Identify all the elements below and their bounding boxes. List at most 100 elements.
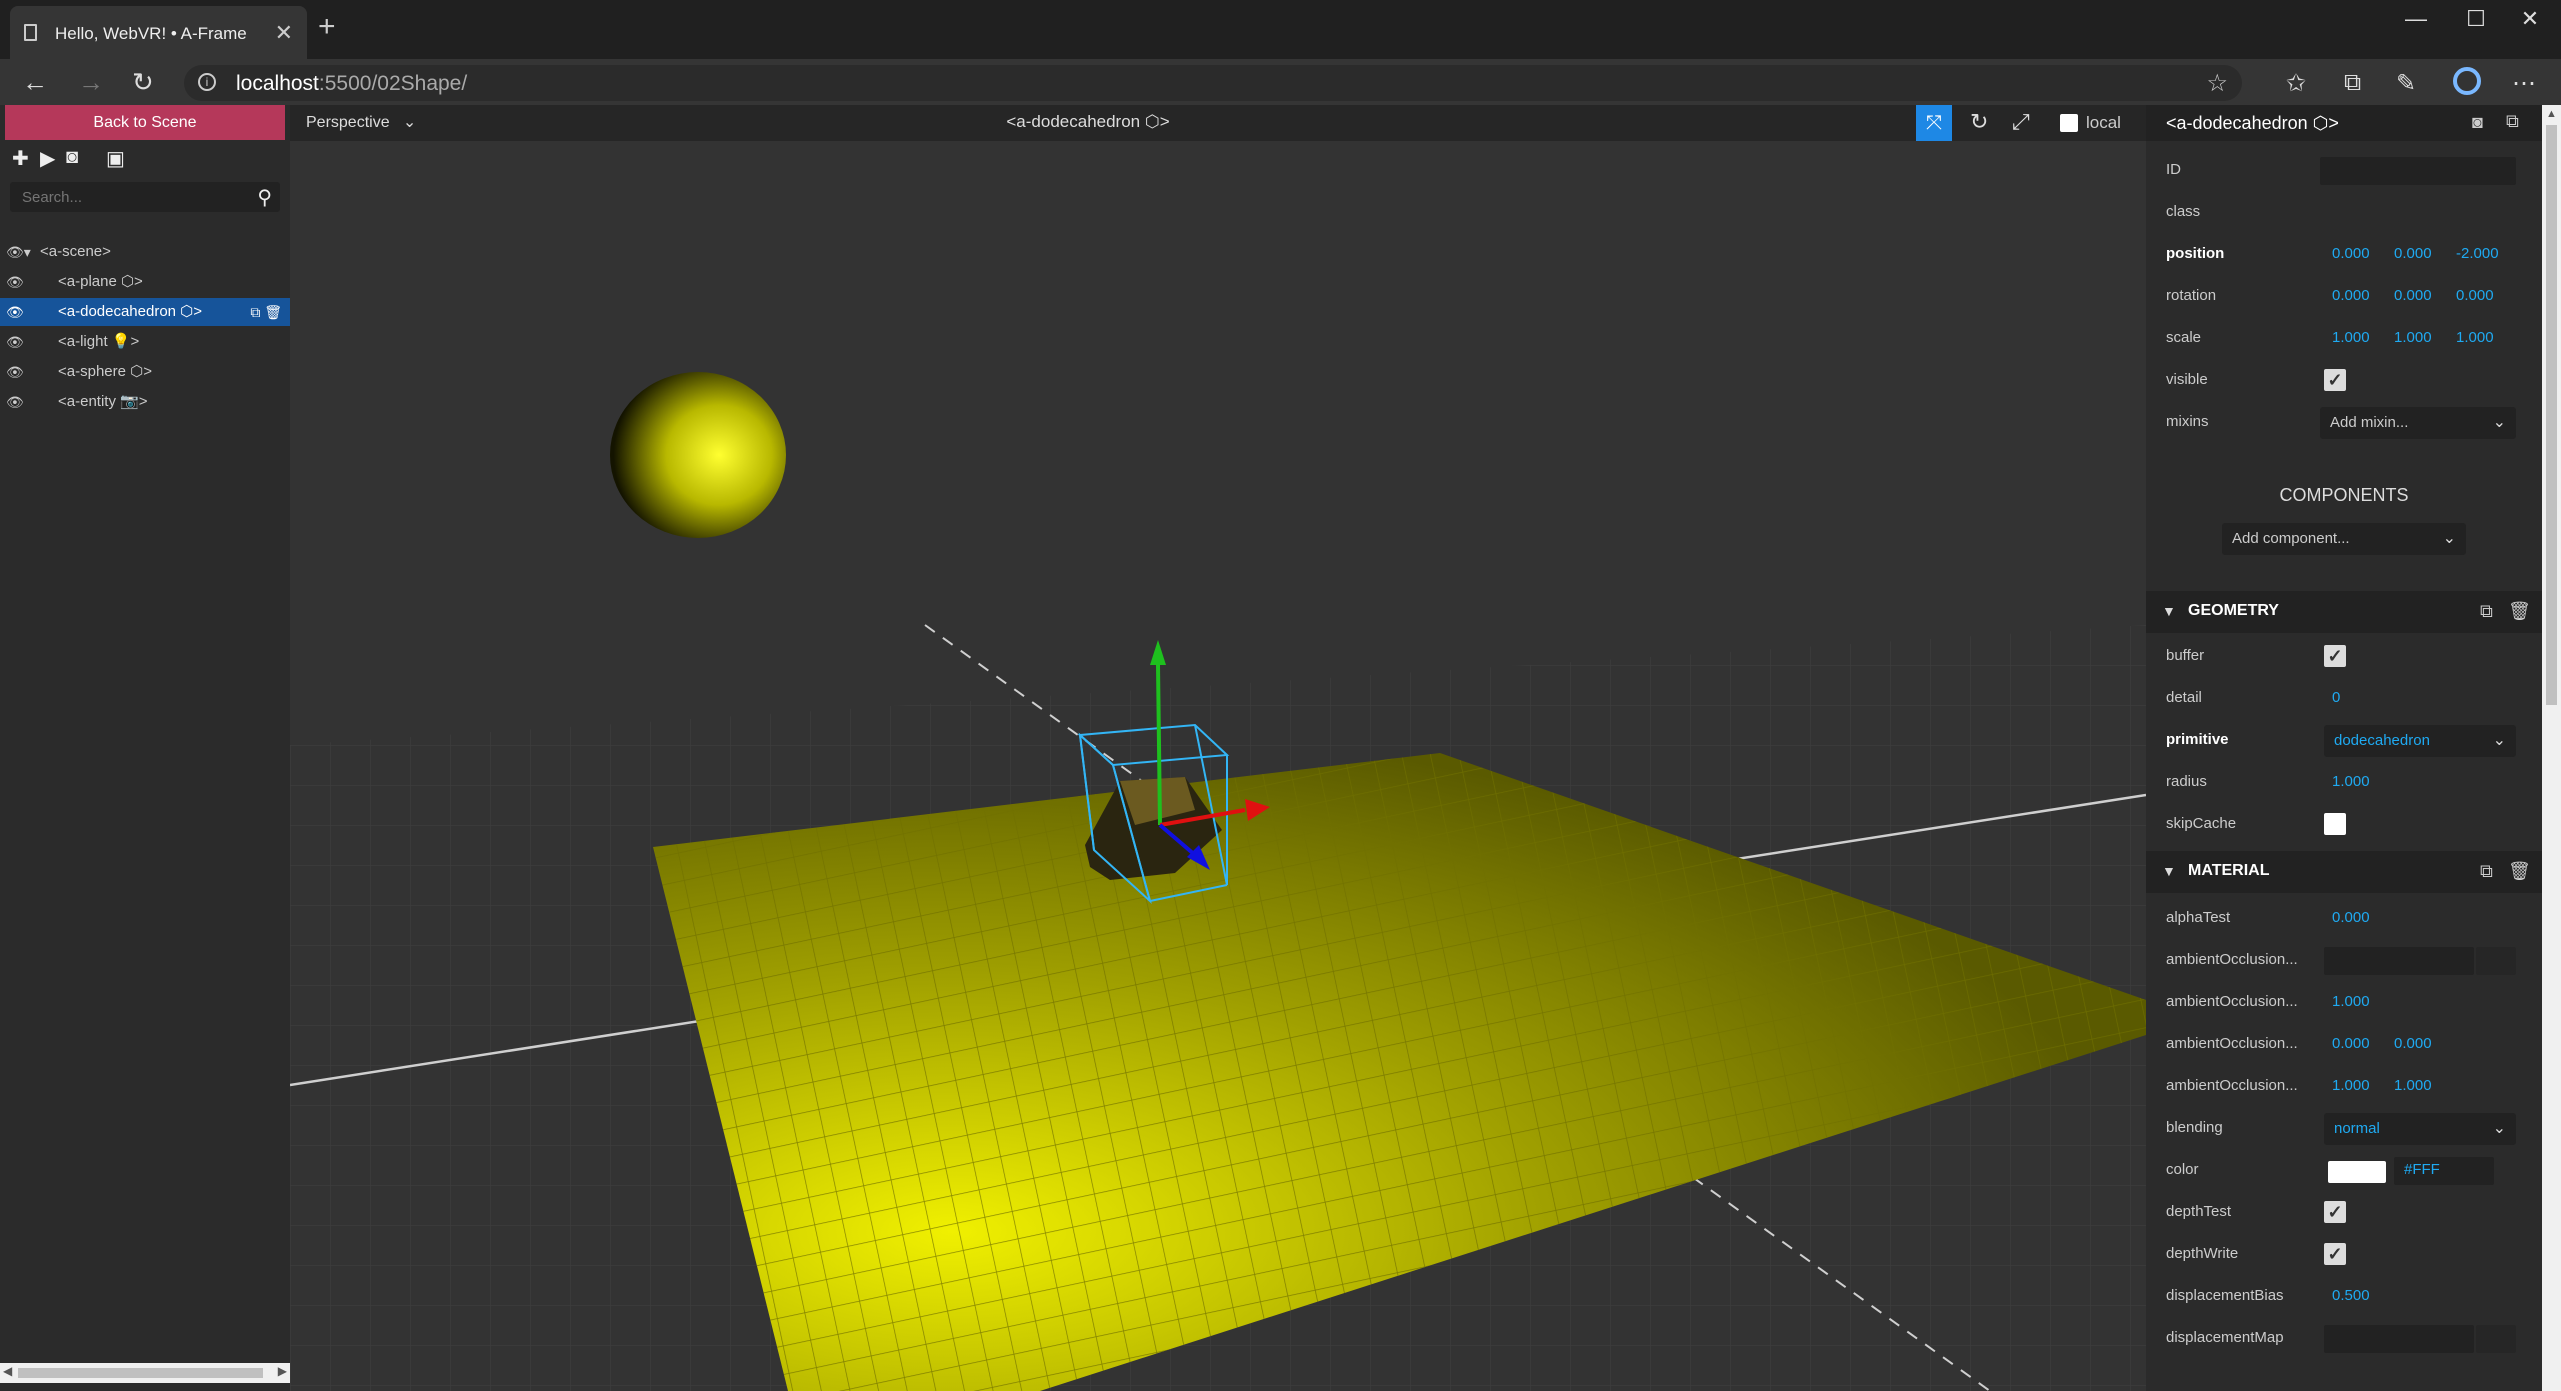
close-window-button[interactable]: ✕ [2510, 6, 2550, 32]
extensions-icon[interactable]: ✎ [2396, 69, 2416, 98]
vr-icon[interactable]: ◙ [2472, 112, 2483, 133]
position-x-input[interactable]: 0.000 [2332, 245, 2370, 262]
ao-repeat-x-input[interactable]: 1.000 [2332, 1077, 2370, 1094]
add-component-dropdown[interactable]: Add component... ⌄ [2222, 523, 2466, 555]
rotation-z-input[interactable]: 0.000 [2456, 287, 2494, 304]
tree-node-entity[interactable]: 👁 <a-entity 📷> [0, 388, 290, 416]
eye-icon[interactable]: 👁 [6, 298, 24, 326]
scrollbar-thumb[interactable] [18, 1368, 263, 1378]
profile-avatar[interactable] [2453, 67, 2481, 95]
visible-checkbox[interactable]: ✓ [2324, 369, 2346, 391]
displacementmap-preview[interactable] [2476, 1325, 2516, 1353]
detail-input[interactable]: 0 [2332, 689, 2340, 706]
site-info-icon[interactable]: i [198, 73, 216, 91]
clone-delete-icons[interactable]: ⧉ 🗑 [250, 298, 282, 326]
ao-map-input[interactable] [2324, 947, 2474, 975]
buffer-checkbox[interactable]: ✓ [2324, 645, 2346, 667]
rotation-x-input[interactable]: 0.000 [2332, 287, 2370, 304]
tree-node-sphere[interactable]: 👁 <a-sphere ⬡> [0, 358, 290, 386]
eye-icon[interactable]: 👁▾ [6, 238, 31, 266]
tab-title: Hello, WebVR! • A-Frame [55, 24, 247, 43]
eye-icon[interactable]: 👁 [6, 268, 24, 296]
search-input[interactable] [10, 182, 240, 212]
save-icon[interactable]: ▣ [106, 146, 125, 171]
forward-arrow-icon[interactable]: → [78, 67, 104, 97]
scene-render[interactable] [290, 105, 2146, 1391]
new-tab-button[interactable]: + [318, 12, 336, 42]
color-swatch[interactable] [2328, 1161, 2386, 1183]
rotate-icon[interactable]: ↻ [1970, 109, 1988, 135]
displacementmap-input[interactable] [2324, 1325, 2474, 1353]
collections-icon[interactable]: ⧉ [2344, 69, 2361, 97]
url-field[interactable]: i localhost:5500/02Shape/ ☆ [184, 65, 2242, 101]
material-section-header[interactable]: ▼ MATERIAL ⧉ 🗑 [2146, 851, 2542, 893]
ao-intensity-input[interactable]: 1.000 [2332, 993, 2370, 1010]
favorites-icon[interactable]: ✩ [2286, 69, 2306, 98]
eye-icon[interactable]: 👁 [6, 388, 24, 416]
skipcache-checkbox[interactable] [2324, 813, 2346, 835]
eye-icon[interactable]: 👁 [6, 328, 24, 356]
scale-icon[interactable]: ⤢ [2012, 109, 2030, 135]
back-arrow-icon[interactable]: ← [22, 67, 48, 97]
copy-icon[interactable]: ⧉ [2480, 601, 2493, 622]
reload-icon[interactable]: ↻ [132, 67, 154, 97]
blending-dropdown[interactable]: normal ⌄ [2324, 1113, 2516, 1145]
back-to-scene-button[interactable]: Back to Scene [5, 105, 285, 140]
minimize-button[interactable]: — [2396, 6, 2436, 32]
scrollbar-thumb[interactable] [2546, 125, 2557, 705]
mixins-dropdown[interactable]: Add mixin... ⌄ [2320, 407, 2516, 439]
id-input[interactable] [2320, 157, 2516, 185]
prop-label: displacementMap [2166, 1329, 2284, 1346]
depthwrite-checkbox[interactable]: ✓ [2324, 1243, 2346, 1265]
search-icon[interactable]: ⚲ [257, 185, 272, 210]
collapse-icon[interactable]: ▼ [2162, 863, 2176, 879]
vertical-scrollbar[interactable]: ▲ [2542, 105, 2561, 1391]
tree-node-dodecahedron[interactable]: 👁 <a-dodecahedron ⬡> ⧉ 🗑 [0, 298, 290, 326]
ao-offset-y-input[interactable]: 0.000 [2394, 1035, 2432, 1052]
horizontal-scrollbar[interactable]: ◀ ▶ [0, 1363, 290, 1383]
position-y-input[interactable]: 0.000 [2394, 245, 2432, 262]
prop-label: ambientOcclusion... [2166, 951, 2298, 968]
copy-icon[interactable]: ⧉ [2480, 861, 2493, 882]
position-z-input[interactable]: -2.000 [2456, 245, 2499, 262]
play-icon[interactable]: ▶ [40, 146, 55, 171]
maximize-button[interactable]: ☐ [2456, 6, 2496, 32]
scroll-left-icon[interactable]: ◀ [3, 1364, 12, 1378]
tree-node-light[interactable]: 👁 <a-light 💡> [0, 328, 290, 356]
add-entity-icon[interactable]: ✚ [12, 146, 29, 171]
delete-icon[interactable]: 🗑 [2508, 601, 2531, 622]
ao-repeat-y-input[interactable]: 1.000 [2394, 1077, 2432, 1094]
scroll-right-icon[interactable]: ▶ [278, 1364, 287, 1378]
depthtest-checkbox[interactable]: ✓ [2324, 1201, 2346, 1223]
scale-y-input[interactable]: 1.000 [2394, 329, 2432, 346]
translate-gizmo-button[interactable]: ⤧ [1916, 105, 1952, 141]
scale-x-input[interactable]: 1.000 [2332, 329, 2370, 346]
tree-node-plane[interactable]: 👁 <a-plane ⬡> [0, 268, 290, 296]
geometry-section-header[interactable]: ▼ GEOMETRY ⧉ 🗑 [2146, 591, 2542, 633]
delete-icon[interactable]: 🗑 [2508, 861, 2531, 882]
vr-icon[interactable]: ◙ [66, 146, 78, 169]
eye-icon[interactable]: 👁 [6, 358, 24, 386]
copy-html-icon[interactable]: ⧉ [2506, 111, 2519, 132]
chevron-down-icon: ⌄ [2492, 1120, 2506, 1137]
radius-input[interactable]: 1.000 [2332, 773, 2370, 790]
color-hex-input[interactable]: #FFF [2404, 1161, 2440, 1178]
alphatest-input[interactable]: 0.000 [2332, 909, 2370, 926]
local-checkbox[interactable] [2060, 114, 2078, 132]
displacementbias-input[interactable]: 0.500 [2332, 1287, 2370, 1304]
browser-tab[interactable]: Hello, WebVR! • A-Frame ✕ [10, 6, 307, 59]
scroll-up-icon[interactable]: ▲ [2546, 108, 2557, 120]
favorite-star-icon[interactable]: ☆ [2206, 69, 2228, 98]
more-menu-icon[interactable]: ⋯ [2512, 69, 2536, 98]
prop-label: mixins [2166, 413, 2209, 430]
rotation-y-input[interactable]: 0.000 [2394, 287, 2432, 304]
ao-offset-x-input[interactable]: 0.000 [2332, 1035, 2370, 1052]
tree-node-scene[interactable]: 👁▾ <a-scene> [0, 238, 290, 266]
scale-z-input[interactable]: 1.000 [2456, 329, 2494, 346]
scene-viewport[interactable]: Perspective ⌄ <a-dodecahedron ⬡> ⤧ ↻ ⤢ l… [290, 105, 2146, 1391]
search-field[interactable]: ⚲ [10, 182, 280, 212]
collapse-icon[interactable]: ▼ [2162, 603, 2176, 619]
ao-map-preview[interactable] [2476, 947, 2516, 975]
close-tab-icon[interactable]: ✕ [275, 20, 293, 46]
primitive-dropdown[interactable]: dodecahedron ⌄ [2324, 725, 2516, 757]
